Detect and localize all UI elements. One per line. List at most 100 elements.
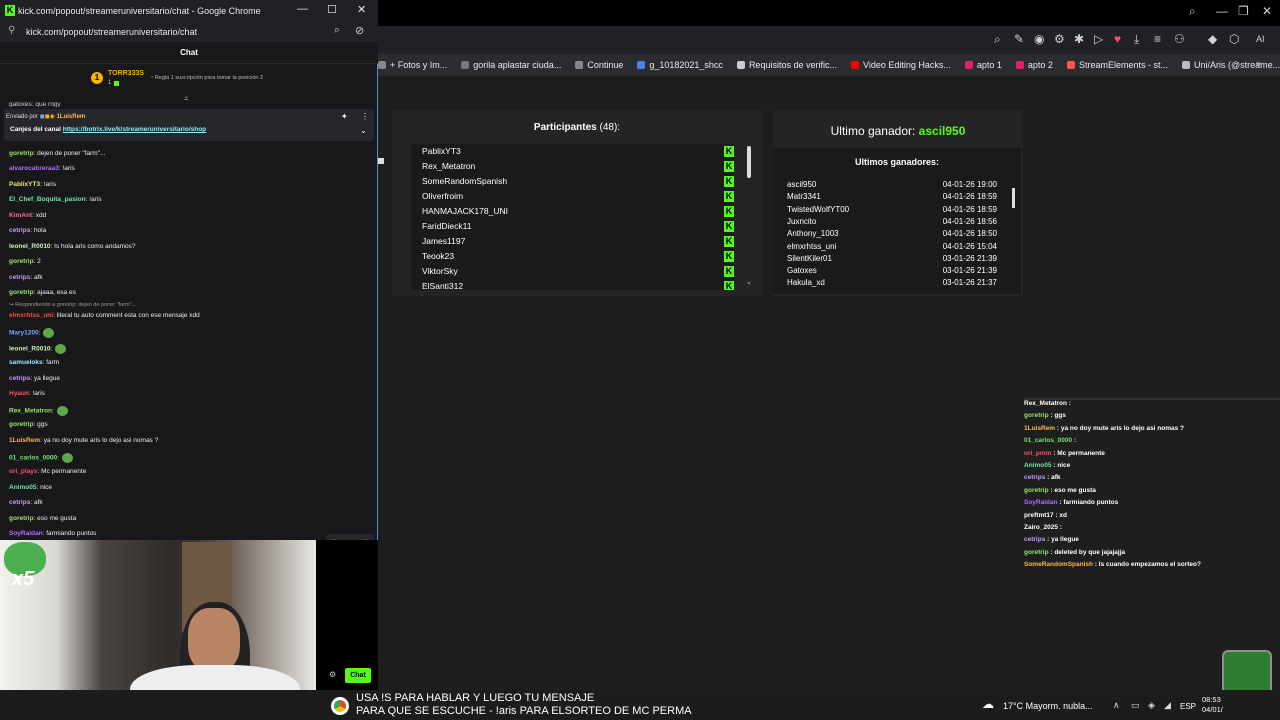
chat-username[interactable]: elmxrhtss_uni	[9, 312, 53, 319]
participant-row[interactable]: FaridDieck11 K	[411, 219, 734, 234]
chat-username[interactable]: cetrips	[9, 375, 30, 382]
chat-username[interactable]: cetrips	[9, 499, 30, 506]
clock[interactable]: 08:53 04/01/	[1202, 695, 1232, 715]
menu-icon[interactable]: ≡	[1154, 32, 1161, 46]
chat-username[interactable]: 1LuisRem	[9, 437, 40, 444]
chat-username[interactable]: goretrip	[9, 515, 34, 522]
chat-username[interactable]: leonel_R0010	[9, 243, 51, 250]
chat-username[interactable]: alvarocabreraa3	[9, 165, 59, 172]
chat-username[interactable]: goretrip	[9, 289, 34, 296]
more-icon[interactable]: ⋮	[361, 112, 369, 121]
chat-username[interactable]: Animo05	[9, 484, 36, 491]
participants-list[interactable]: PablixYT3 K Rex_Metatron K SomeRandomSpanish…	[411, 144, 734, 290]
participant-row[interactable]: ElSanti312 K	[411, 279, 734, 290]
pinned-link[interactable]: https://botrix.live/k/streameruniversita…	[63, 126, 206, 133]
zoom-icon[interactable]: ⌕	[994, 32, 1001, 47]
download-icon[interactable]: ⤓	[1134, 32, 1139, 47]
winner-row[interactable]: SilentKiler01 03-01-26 21:39	[787, 254, 997, 266]
bookmark-item[interactable]: gorila aplastar ciuda...	[461, 60, 561, 70]
pin-icon[interactable]: ✦	[341, 112, 348, 121]
bookmark-item[interactable]: apto 1	[964, 60, 1002, 70]
chat-username[interactable]: cetrips	[9, 274, 30, 281]
chat-username[interactable]: goretrip	[9, 421, 34, 428]
gear-icon[interactable]: ⚙	[1054, 32, 1065, 46]
bookmark-item[interactable]: Uni/Aris (@streame...	[1181, 60, 1280, 70]
chat-username[interactable]: KimAnt	[9, 212, 32, 219]
chat-username[interactable]: Mary1200	[9, 330, 39, 337]
minimize-icon[interactable]: —	[1216, 4, 1228, 18]
chat-username[interactable]: 01_carlos_0000	[9, 455, 57, 462]
extension-icon[interactable]: ✱	[1074, 32, 1084, 46]
popup-minimize-icon[interactable]: —	[297, 3, 308, 15]
winner-row[interactable]: Juxncito 04-01-26 18:56	[787, 217, 997, 229]
close-icon[interactable]: ✕	[1262, 4, 1272, 18]
url-text[interactable]: kick.com/popout/streameruniversitario/ch…	[26, 27, 197, 37]
chat-username[interactable]: cetrips	[9, 227, 30, 234]
ai-button[interactable]: AI	[1256, 34, 1265, 44]
restore-icon[interactable]: ❐	[1238, 4, 1249, 18]
winner-row[interactable]: ascil950 04-01-26 19:00	[787, 180, 997, 192]
participant-row[interactable]: HANMAJACK178_UNI K	[411, 204, 734, 219]
winners-scrollbar[interactable]	[1012, 188, 1015, 208]
search-icon[interactable]: ⌕	[1189, 4, 1196, 19]
language-indicator[interactable]: ESP	[1180, 702, 1196, 711]
chat-username[interactable]: El_Chef_Boquita_pasion	[9, 196, 86, 203]
volume-icon[interactable]: ◢	[1164, 700, 1171, 711]
profile-icon[interactable]: ⚇	[1174, 32, 1185, 46]
camera-icon[interactable]: ◉	[1034, 32, 1044, 46]
chat-username[interactable]: goretrip	[9, 150, 34, 157]
participant-row[interactable]: James1197 K	[411, 234, 734, 249]
weather-temp[interactable]: 17°C Mayorm. nubla...	[1003, 701, 1093, 711]
chat-send-button[interactable]: Chat	[345, 668, 371, 683]
search-icon[interactable]: ⌕	[334, 24, 340, 37]
winner-row[interactable]: Hakula_xd 03-01-26 21:37	[787, 278, 997, 290]
chrome-taskbar-icon[interactable]	[331, 697, 349, 715]
eye-off-icon[interactable]: ⊘	[355, 24, 364, 37]
scroll-down-icon[interactable]: ⌄	[746, 278, 752, 286]
top-user[interactable]: TORR333S	[108, 70, 144, 77]
chat-username[interactable]: PablixYT3	[9, 181, 40, 188]
winner-row[interactable]: elmxrhtss_uni 04-01-26 15:04	[787, 242, 997, 254]
bookmark-item[interactable]: apto 2	[1015, 60, 1053, 70]
winner-row[interactable]: TwistedWolfYT00 04-01-26 18:59	[787, 205, 997, 217]
bookmark-item[interactable]: StreamElements - st...	[1066, 60, 1168, 70]
winner-row[interactable]: Anthony_1003 04-01-26 18:50	[787, 229, 997, 241]
tray-chevron-icon[interactable]: ∧	[1113, 700, 1120, 711]
tray-icon-2[interactable]: ◈	[1148, 700, 1155, 711]
chevron-down-icon[interactable]: ⌄	[360, 126, 367, 135]
winner-row[interactable]: Matr3341 04-01-26 18:59	[787, 192, 997, 204]
popup-maximize-icon[interactable]: ☐	[327, 3, 337, 16]
participant-row[interactable]: PablixYT3 K	[411, 144, 734, 159]
collapse-icon[interactable]: ⩡	[184, 94, 189, 104]
play-icon[interactable]: ▷	[1094, 32, 1103, 46]
chat-username[interactable]: goretrip	[9, 258, 34, 265]
participant-row[interactable]: Oliverfroim K	[411, 189, 734, 204]
chat-username[interactable]: samueloks	[9, 359, 43, 366]
chat-username[interactable]: Rex_Metatron	[9, 408, 52, 415]
participants-scrollbar[interactable]	[747, 146, 751, 178]
chat-username[interactable]: uri_plays	[9, 468, 38, 475]
edit-icon[interactable]: ✎	[1014, 32, 1024, 46]
chat-username[interactable]: Hyaun	[9, 390, 29, 397]
participant-row[interactable]: Teook23 K	[411, 249, 734, 264]
diamond-icon[interactable]: ◆	[1208, 32, 1217, 46]
settings-icon[interactable]: ⚙	[329, 670, 336, 679]
winner-row[interactable]: Gatoxes 03-01-26 21:39	[787, 266, 997, 278]
popup-close-icon[interactable]: ✕	[357, 3, 366, 16]
weather-icon[interactable]: ☁	[982, 697, 994, 711]
bookmark-item[interactable]: Requisitos de verific...	[736, 60, 837, 70]
heart-icon[interactable]: ♥	[1114, 32, 1121, 46]
bookmark-item[interactable]: Continue	[575, 60, 623, 70]
chevron-right-icon[interactable]: »	[1256, 58, 1261, 68]
bookmark-item[interactable]: Video Editing Hacks...	[850, 60, 951, 70]
tray-icon-1[interactable]: ▭	[1131, 700, 1140, 711]
participant-row[interactable]: Rex_Metatron K	[411, 159, 734, 174]
chat-username[interactable]: leonel_R0010	[9, 346, 51, 353]
chat-username[interactable]: SoyRaidan	[9, 530, 43, 537]
site-info-icon[interactable]: ⚲	[8, 25, 15, 36]
participant-row[interactable]: SomeRandomSpanish K	[411, 174, 734, 189]
cube-icon[interactable]: ⬡	[1229, 32, 1239, 46]
bookmark-item[interactable]: + Fotos y Im...	[378, 60, 447, 70]
participant-row[interactable]: ViktorSky K	[411, 264, 734, 279]
address-bar[interactable]: ⚲ kick.com/popout/streameruniversitario/…	[0, 22, 378, 42]
